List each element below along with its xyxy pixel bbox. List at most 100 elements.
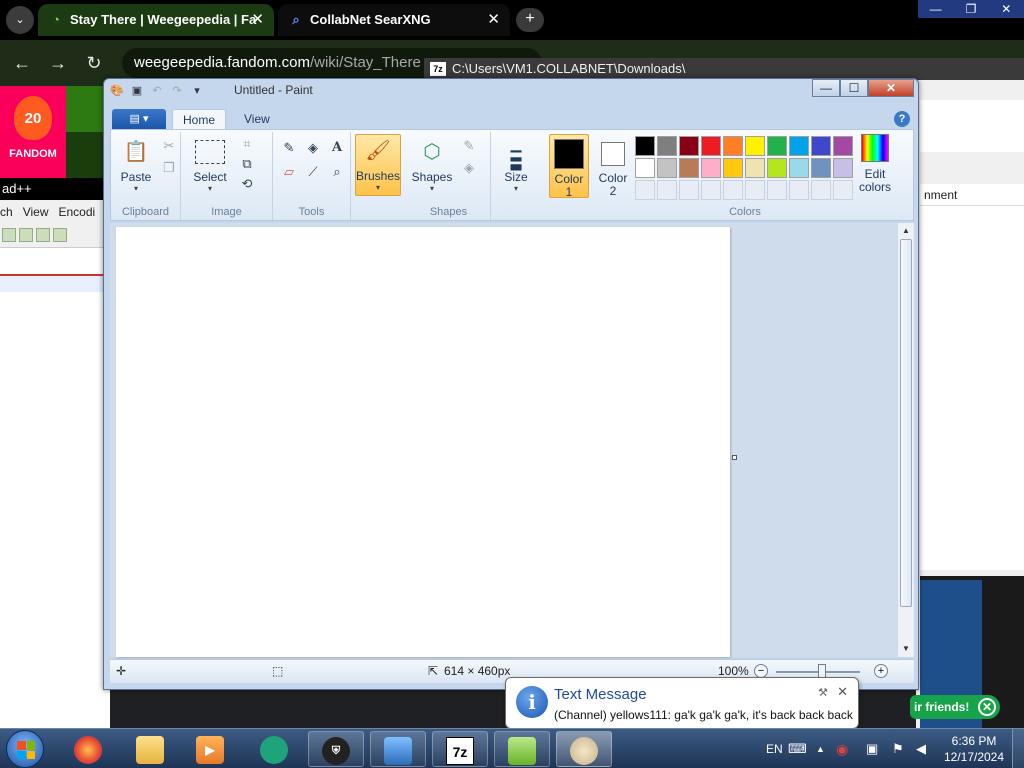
print-icon[interactable]	[36, 228, 50, 242]
start-button[interactable]	[6, 730, 44, 768]
palette-swatch[interactable]	[767, 136, 787, 156]
drawing-canvas[interactable]	[116, 227, 730, 657]
crop-icon[interactable]: ⌗	[237, 134, 257, 154]
palette-swatch[interactable]	[635, 158, 655, 178]
paint-menu-button[interactable]: ▤ ▾	[112, 109, 166, 129]
color2-button[interactable]: Color 2	[593, 134, 633, 198]
tab-view[interactable]: View	[234, 109, 280, 129]
redo-icon[interactable]: ↷	[170, 84, 184, 98]
edit-colors-button[interactable]: Edit colors	[855, 134, 895, 198]
scroll-down-icon[interactable]: ▼	[898, 641, 914, 657]
palette-swatch[interactable]	[767, 158, 787, 178]
custom-color-slot[interactable]	[811, 180, 831, 200]
magnifier-icon[interactable]: ⌕	[327, 162, 347, 182]
shapes-button[interactable]: ⬡ Shapes ▾	[411, 136, 453, 200]
taskbar-explorer[interactable]	[122, 731, 178, 767]
copy-icon[interactable]: ❐	[159, 158, 179, 178]
zoom-slider-thumb[interactable]	[818, 664, 826, 678]
customize-qat-icon[interactable]: ▾	[190, 84, 204, 98]
palette-swatch[interactable]	[811, 136, 831, 156]
cut-icon[interactable]: ✂	[159, 136, 179, 156]
show-desktop-button[interactable]	[1012, 729, 1024, 768]
eraser-icon[interactable]: ▱	[279, 162, 299, 182]
undo-icon[interactable]: ↶	[150, 84, 164, 98]
close-button[interactable]: ✕	[989, 0, 1024, 18]
taskbar-paint[interactable]	[556, 731, 612, 767]
taskbar-ssh-client[interactable]: ⛨	[308, 731, 364, 767]
select-button[interactable]: Select ▾	[189, 136, 231, 200]
keyboard-icon[interactable]: ⌨	[788, 729, 807, 768]
size-button[interactable]: ▁ ▂ ▃ Size ▾	[495, 136, 537, 200]
language-indicator[interactable]: EN	[766, 729, 783, 768]
taskbar-network-app[interactable]	[370, 731, 426, 767]
custom-color-slot[interactable]	[679, 180, 699, 200]
rotate-icon[interactable]: ⟲	[237, 174, 257, 194]
close-button[interactable]: ✕	[868, 79, 914, 97]
zoom-in-button[interactable]: +	[874, 664, 888, 678]
action-center-flag-icon[interactable]: ⚑	[892, 729, 904, 768]
settings-wrench-icon[interactable]: ⚒	[818, 686, 828, 699]
taskbar-firefox[interactable]	[60, 731, 116, 767]
close-icon[interactable]: ✕	[978, 698, 996, 716]
scrollbar-thumb[interactable]	[900, 239, 912, 607]
new-tab-button[interactable]: +	[516, 8, 544, 32]
messenger-tray-icon[interactable]: ◉	[836, 729, 848, 768]
help-icon[interactable]: ?	[894, 111, 910, 127]
tab-home[interactable]: Home	[172, 109, 227, 129]
custom-color-slot[interactable]	[767, 180, 787, 200]
palette-swatch[interactable]	[745, 136, 765, 156]
forward-button[interactable]: →	[46, 52, 70, 74]
minimize-button[interactable]: —	[918, 0, 953, 18]
system-clock[interactable]: 6:36 PM 12/17/2024	[940, 733, 1008, 765]
taskbar-notepadpp[interactable]	[494, 731, 550, 767]
outline-icon[interactable]: ✎	[459, 136, 479, 156]
custom-color-slot[interactable]	[833, 180, 853, 200]
notification-balloon[interactable]: i Text Message (Channel) yellows111: ga'…	[505, 677, 859, 729]
palette-swatch[interactable]	[723, 136, 743, 156]
custom-color-slot[interactable]	[635, 180, 655, 200]
restore-button[interactable]: ❐	[953, 0, 988, 18]
menu-search[interactable]: ch	[0, 200, 13, 224]
menu-encoding[interactable]: Encodi	[58, 200, 95, 224]
custom-color-slot[interactable]	[789, 180, 809, 200]
network-icon[interactable]: ▣	[866, 729, 878, 768]
close-tab-icon[interactable]: ✕	[487, 4, 500, 36]
taskbar-7zip[interactable]: 7z	[432, 731, 488, 767]
palette-swatch[interactable]	[635, 136, 655, 156]
tab-search-button[interactable]: ⌄	[6, 6, 34, 34]
scroll-up-icon[interactable]: ▲	[898, 223, 914, 239]
volume-icon[interactable]: ◀	[916, 729, 926, 768]
minimize-button[interactable]: —	[812, 79, 840, 97]
close-notification-button[interactable]: ✕	[837, 684, 848, 700]
custom-color-slot[interactable]	[657, 180, 677, 200]
color1-button[interactable]: Color 1	[549, 134, 589, 199]
vertical-scrollbar[interactable]: ▲ ▼	[897, 223, 914, 657]
palette-swatch[interactable]	[701, 136, 721, 156]
paint-app-icon[interactable]: 🎨	[110, 84, 124, 98]
custom-color-slot[interactable]	[701, 180, 721, 200]
close-icon[interactable]	[19, 228, 33, 242]
palette-swatch[interactable]	[679, 136, 699, 156]
palette-swatch[interactable]	[701, 158, 721, 178]
column-header-comment[interactable]: nment	[920, 184, 1024, 206]
maximize-button[interactable]: ☐	[840, 79, 868, 97]
taskbar-media-player[interactable]: ▶	[182, 731, 238, 767]
file-list[interactable]	[920, 206, 1024, 570]
brushes-button[interactable]: 🖌 Brushes ▾	[355, 134, 401, 196]
fill-icon[interactable]: ◈	[303, 138, 323, 158]
invite-friends-button[interactable]: ir friends! ✕	[910, 695, 1000, 719]
zoom-out-button[interactable]: −	[754, 664, 768, 678]
text-icon[interactable]: A	[327, 138, 347, 158]
palette-swatch[interactable]	[833, 158, 853, 178]
palette-swatch[interactable]	[833, 136, 853, 156]
reload-button[interactable]: ↻	[82, 52, 106, 74]
show-hidden-icons-icon[interactable]: ▲	[816, 729, 825, 768]
custom-color-slot[interactable]	[745, 180, 765, 200]
palette-swatch[interactable]	[745, 158, 765, 178]
custom-color-slot[interactable]	[723, 180, 743, 200]
palette-swatch[interactable]	[789, 158, 809, 178]
close-tab-icon[interactable]: ✕	[251, 4, 264, 36]
fandom-logo[interactable]: 20 FANDOM	[0, 86, 66, 178]
paste-button[interactable]: 📋 Paste ▾	[115, 136, 157, 200]
pencil-icon[interactable]: ✎	[279, 138, 299, 158]
